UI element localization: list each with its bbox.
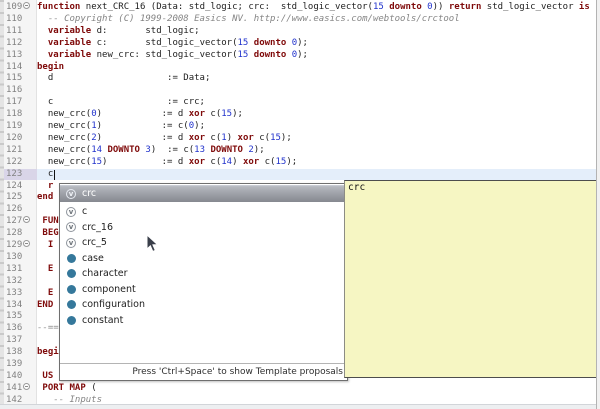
code-line[interactable]: new_crc(14 DOWNTO 3) := c(13 DOWNTO 2);	[37, 145, 265, 157]
text-cursor	[54, 169, 56, 180]
code-line[interactable]: new_crc(2) := d xor c(1) xor c(15);	[37, 133, 292, 145]
code-line[interactable]: US	[37, 371, 53, 383]
completion-item-character[interactable]: character	[60, 266, 347, 282]
completion-item-label: configuration	[82, 299, 146, 311]
code-line[interactable]: end	[37, 192, 53, 204]
completion-item-crc_5[interactable]: v crc_5	[60, 235, 347, 251]
completion-info-panel: crc	[344, 180, 597, 378]
code-line[interactable]: r	[37, 181, 53, 193]
code-line[interactable]: variable d: std_logic;	[37, 26, 200, 38]
completion-item-label: constant	[82, 314, 124, 326]
code-line[interactable]: d := Data;	[37, 73, 211, 85]
completion-status-hint: Press 'Ctrl+Space' to show Template prop…	[60, 363, 347, 380]
line-number: 131	[6, 263, 23, 274]
code-line[interactable]: PORT MAP (	[37, 383, 96, 395]
completion-item-crc[interactable]: v crc	[60, 185, 347, 202]
line-number: 137	[6, 335, 23, 346]
code-line[interactable]: begin	[37, 62, 64, 74]
line-number: 124	[6, 180, 23, 191]
code-line[interactable]: function next_CRC_16 (Data: std_logic; c…	[37, 2, 590, 14]
variable-icon: v	[66, 188, 76, 199]
completion-item-label: crc_5	[82, 237, 107, 249]
line-number: 140	[6, 370, 23, 381]
line-number: 116	[6, 85, 23, 96]
line-number: 121	[6, 144, 23, 155]
line-number: 122	[6, 156, 23, 167]
line-number: 125	[6, 192, 23, 203]
line-number: 129	[4, 240, 37, 252]
keyword-icon	[67, 284, 76, 294]
code-line[interactable]: -- Copyright (C) 1999-2008 Easics NV. ht…	[37, 14, 460, 26]
line-number: 111	[6, 25, 23, 36]
code-line[interactable]: E	[37, 264, 53, 276]
variable-icon: v	[66, 206, 76, 217]
line-number: 120	[6, 132, 23, 143]
line-number: 138	[6, 347, 23, 358]
code-line[interactable]: FUN	[37, 216, 58, 228]
code-line[interactable]: new_crc(15) := d xor c(14) xor c(15);	[37, 157, 297, 169]
line-number: 135	[6, 311, 23, 322]
completion-item-label: crc_16	[82, 221, 113, 233]
mouse-cursor	[146, 234, 159, 253]
line-number: 117	[6, 97, 23, 108]
right-scrollbar-area[interactable]	[596, 0, 600, 409]
variable-icon: v	[66, 237, 76, 248]
completion-item-label: crc	[82, 188, 97, 199]
line-number: 118	[6, 109, 23, 120]
line-number: 109	[4, 2, 37, 14]
variable-icon: v	[66, 222, 76, 233]
completion-item-case[interactable]: case	[60, 251, 347, 267]
bottom-scrollbar-area[interactable]	[0, 404, 600, 409]
fold-collapse-icon[interactable]	[23, 216, 31, 224]
keyword-icon	[67, 315, 76, 325]
line-number: 130	[6, 251, 23, 262]
completion-item-label: c	[82, 206, 88, 218]
code-line[interactable]: I	[37, 240, 53, 252]
line-number: 134	[6, 299, 23, 310]
code-line[interactable]: new_crc(1) := c(0);	[37, 121, 205, 133]
fold-collapse-icon[interactable]	[23, 382, 31, 390]
completion-item-c[interactable]: vc	[60, 204, 347, 220]
line-number: 110	[6, 13, 23, 24]
code-line[interactable]: variable new_crc: std_logic_vector(15 do…	[37, 50, 308, 62]
line-number: 126	[6, 204, 23, 215]
code-line[interactable]: BEG	[37, 228, 58, 240]
line-number: 112	[6, 37, 23, 48]
keyword-icon	[67, 300, 76, 310]
line-number: 115	[6, 73, 23, 84]
vhdl-editor-window: 1081091101111121131141151161171181191201…	[0, 0, 600, 409]
code-line[interactable]: E	[37, 288, 53, 300]
completion-item-configuration[interactable]: configuration	[60, 297, 347, 313]
line-number-gutter: 1081091101111121131141151161171181191201…	[4, 0, 37, 409]
line-number: 132	[6, 275, 23, 286]
fold-collapse-icon[interactable]	[23, 2, 31, 9]
completion-item-label: character	[82, 268, 128, 280]
line-number: 128	[6, 228, 23, 239]
code-line[interactable]: c	[37, 169, 53, 181]
line-number: 113	[6, 49, 23, 60]
code-line[interactable]: END	[37, 300, 53, 312]
completion-item-component[interactable]: component	[60, 282, 347, 298]
line-number: 123	[4, 168, 37, 181]
line-number: 133	[6, 287, 23, 298]
line-number: 139	[6, 359, 23, 369]
completion-popup: v crc v c v crc_16 v crc_5 case character componen…	[59, 183, 348, 381]
completion-item-label: case	[82, 252, 104, 264]
line-number: 119	[6, 121, 23, 131]
completion-item-constant[interactable]: constant	[60, 313, 347, 329]
code-line[interactable]: variable c: std_logic_vector(15 downto 0…	[37, 38, 308, 50]
keyword-icon	[67, 269, 76, 279]
completion-item-crc_16[interactable]: v crc_16	[60, 220, 347, 236]
completion-item-label: component	[82, 283, 136, 295]
keyword-icon	[67, 253, 76, 263]
line-number: 127	[4, 216, 37, 228]
line-number: 114	[6, 61, 23, 72]
line-number: 141	[4, 382, 37, 395]
line-number: 136	[6, 323, 23, 334]
code-line[interactable]: c := crc;	[37, 97, 205, 109]
code-line[interactable]: new_crc(0) := d xor c(15);	[37, 109, 243, 121]
fold-collapse-icon[interactable]	[23, 240, 31, 247]
